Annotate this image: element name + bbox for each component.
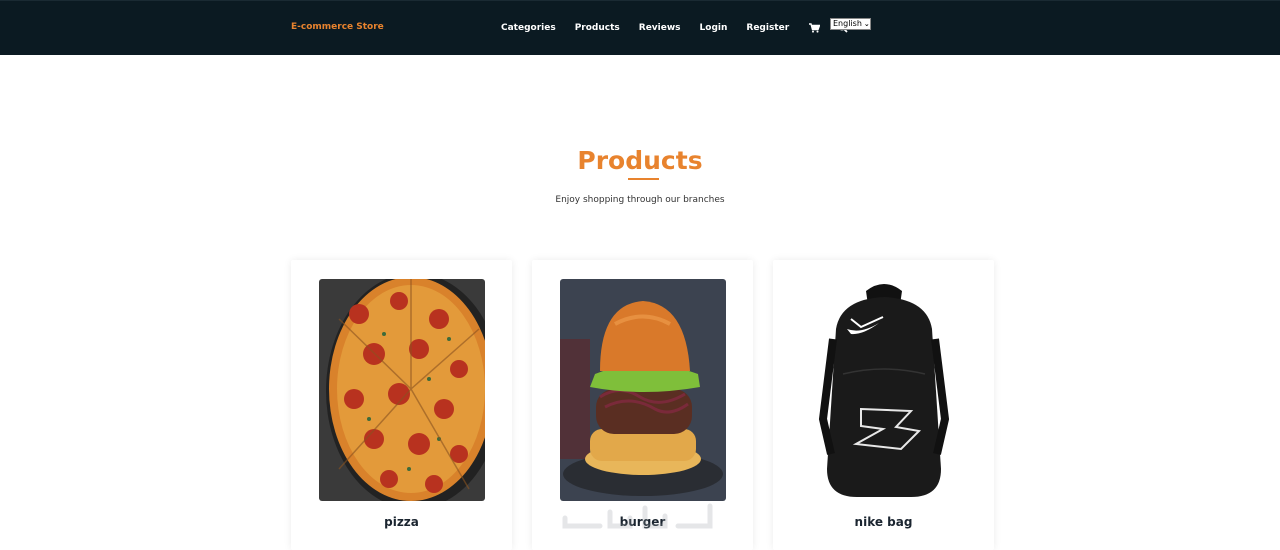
- section-subtitle: Enjoy shopping through our branches: [555, 195, 725, 205]
- nav-link-register[interactable]: Register: [746, 23, 789, 33]
- nav-link-login[interactable]: Login: [700, 23, 728, 33]
- cart-icon[interactable]: [808, 22, 820, 34]
- nav-link-categories[interactable]: Categories: [501, 23, 556, 33]
- product-name[interactable]: nike bag: [773, 515, 994, 529]
- top-navbar: E-commerce Store Categories Products Rev…: [0, 0, 1280, 55]
- nav-link-reviews[interactable]: Reviews: [639, 23, 681, 33]
- nike-bag-image[interactable]: [801, 279, 967, 501]
- burger-image[interactable]: [560, 279, 726, 501]
- pizza-image[interactable]: [319, 279, 485, 501]
- product-card-pizza[interactable]: pizza: [291, 260, 512, 550]
- chevron-down-icon: ⌄: [863, 20, 870, 28]
- language-select-value: English: [833, 19, 862, 28]
- brand-logo[interactable]: E-commerce Store: [291, 22, 384, 32]
- nav-links: Categories Products Reviews Login Regist…: [501, 22, 866, 34]
- language-select[interactable]: English ⌄: [830, 18, 871, 30]
- product-card-nike-bag[interactable]: nike bag: [773, 260, 994, 550]
- section-title: Products: [577, 146, 703, 175]
- product-name[interactable]: pizza: [291, 515, 512, 529]
- title-underline: [628, 178, 659, 180]
- nav-link-products[interactable]: Products: [575, 23, 620, 33]
- watermark-logo: [560, 498, 720, 530]
